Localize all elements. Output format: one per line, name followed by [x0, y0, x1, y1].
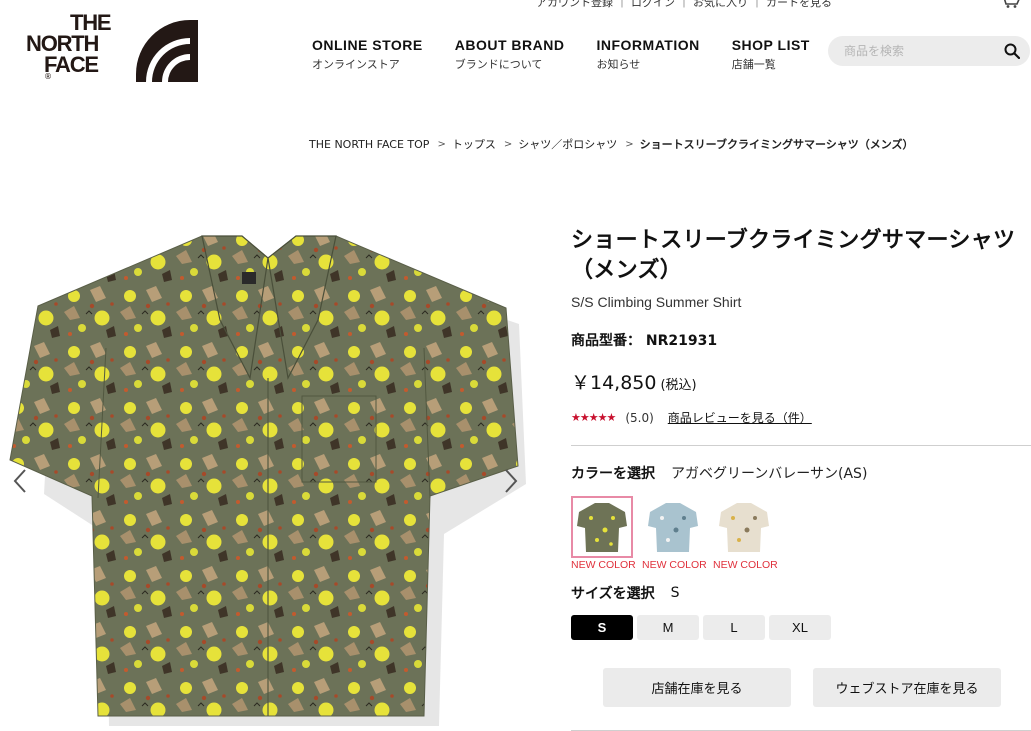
- price-value: ￥14,850: [571, 372, 657, 394]
- swatch-image: [713, 496, 775, 558]
- color-swatch-green[interactable]: NEW COLOR: [571, 496, 636, 571]
- size-button-l[interactable]: L: [703, 615, 765, 640]
- product-title-line1: ショートスリーブクライミングサマーシャツ: [571, 228, 1016, 253]
- nav-online-store[interactable]: ONLINE STORE オンラインストア: [312, 37, 423, 72]
- store-stock-button[interactable]: 店舗在庫を見る: [603, 668, 791, 707]
- product-title: ショートスリーブクライミングサマーシャツ （メンズ）: [571, 226, 1031, 286]
- size-label: サイズを選択: [571, 586, 655, 602]
- color-swatches: NEW COLOR NEW COLOR NEW COLOR: [571, 496, 1031, 571]
- stock-actions: 店舗在庫を見る ウェブストア在庫を見る: [603, 668, 1031, 707]
- breadcrumb-top[interactable]: THE NORTH FACE TOP: [309, 138, 429, 151]
- swatch-image: [571, 496, 633, 558]
- web-stock-button[interactable]: ウェブストア在庫を見る: [813, 668, 1001, 707]
- shirt-thumbnail-icon: [577, 503, 627, 552]
- half-dome-logo-icon: [136, 20, 198, 82]
- shirt-thumbnail-icon: [719, 503, 769, 552]
- size-selector-header: サイズを選択 S: [571, 583, 1031, 603]
- cart-icon[interactable]: [999, 0, 1021, 8]
- nav-label: INFORMATION: [596, 37, 700, 53]
- product-image: [9, 235, 526, 726]
- size-button-xl[interactable]: XL: [769, 615, 831, 640]
- size-button-m[interactable]: M: [637, 615, 699, 640]
- product-price: ￥14,850 (税込): [571, 368, 1031, 395]
- nav-shop-list[interactable]: SHOP LIST 店舗一覧: [732, 37, 810, 72]
- logo-registered-mark: ®: [44, 72, 52, 81]
- product-info: ショートスリーブクライミングサマーシャツ （メンズ） S/S Climbing …: [571, 226, 1031, 707]
- color-label: カラーを選択: [571, 466, 655, 482]
- nav-about-brand[interactable]: ABOUT BRAND ブランドについて: [455, 37, 565, 72]
- search-box: [828, 36, 1030, 66]
- shirt-thumbnail-icon: [648, 503, 698, 552]
- model-value: NR21931: [645, 333, 718, 349]
- breadcrumb-separator: >: [625, 138, 634, 150]
- review-link[interactable]: 商品レビューを見る（件）: [668, 409, 812, 426]
- logo-line3: FACE: [44, 52, 99, 77]
- breadcrumb: THE NORTH FACE TOP > トップス > シャツ／ポロシャツ > …: [309, 136, 914, 152]
- color-value: アガベグリーンバレーサン(AS): [671, 466, 868, 482]
- main-nav: ONLINE STORE オンラインストア ABOUT BRAND ブランドにつ…: [312, 37, 842, 72]
- nav-sublabel: ブランドについて: [454, 58, 543, 71]
- review-summary: ★★★★★ (5.0) 商品レビューを見る（件）: [571, 409, 1031, 426]
- nav-information[interactable]: INFORMATION お知らせ: [596, 37, 699, 72]
- price-tax: (税込): [660, 378, 697, 393]
- logo-wordmark: THE NORTH FACE: [26, 10, 112, 77]
- nav-label: ONLINE STORE: [312, 37, 423, 53]
- star-rating-icon: ★★★★★: [571, 411, 616, 424]
- divider: [571, 445, 1031, 446]
- breadcrumb-separator: >: [503, 138, 513, 150]
- size-value: S: [670, 585, 680, 601]
- new-color-tag: NEW COLOR: [642, 559, 707, 571]
- size-options: S M L XL: [571, 615, 1031, 640]
- color-swatch-beige[interactable]: NEW COLOR: [713, 496, 778, 571]
- brand-logo[interactable]: THE NORTH FACE ®: [26, 10, 198, 82]
- new-color-tag: NEW COLOR: [571, 559, 636, 571]
- nav-sublabel: オンラインストア: [312, 58, 400, 71]
- product-subtitle: S/S Climbing Summer Shirt: [571, 294, 742, 310]
- search-input[interactable]: [844, 42, 994, 60]
- search-icon[interactable]: [1004, 43, 1020, 59]
- size-button-s[interactable]: S: [571, 615, 633, 640]
- nav-sublabel: 店舗一覧: [731, 58, 776, 71]
- new-color-tag: NEW COLOR: [713, 559, 778, 571]
- prev-image-arrow-icon[interactable]: [12, 468, 28, 494]
- rating-value: (5.0): [625, 410, 654, 425]
- breadcrumb-shirts[interactable]: シャツ／ポロシャツ: [518, 136, 617, 152]
- nav-sublabel: お知らせ: [596, 58, 641, 71]
- next-image-arrow-icon[interactable]: [503, 468, 519, 494]
- nav-label: ABOUT BRAND: [454, 37, 565, 53]
- color-selector-header: カラーを選択 アガベグリーンバレーサン(AS): [571, 463, 1031, 483]
- nav-label: SHOP LIST: [731, 37, 810, 53]
- product-model: 商品型番： NR21931: [571, 330, 1031, 350]
- color-swatch-blue[interactable]: NEW COLOR: [642, 496, 707, 571]
- breadcrumb-separator: >: [437, 138, 446, 150]
- logo-line2: NORTH: [26, 31, 99, 56]
- model-label: 商品型番：: [571, 333, 641, 349]
- swatch-image: [642, 496, 704, 558]
- logo-line1: THE: [70, 10, 112, 35]
- breadcrumb-tops[interactable]: トップス: [452, 136, 496, 152]
- product-title-line2: （メンズ）: [571, 258, 683, 283]
- breadcrumb-current: ショートスリーブクライミングサマーシャツ（メンズ）: [639, 138, 914, 151]
- utility-links[interactable]: アカウント登録 ｜ ログイン ｜ お気に入り ｜ カートを見る: [536, 0, 832, 10]
